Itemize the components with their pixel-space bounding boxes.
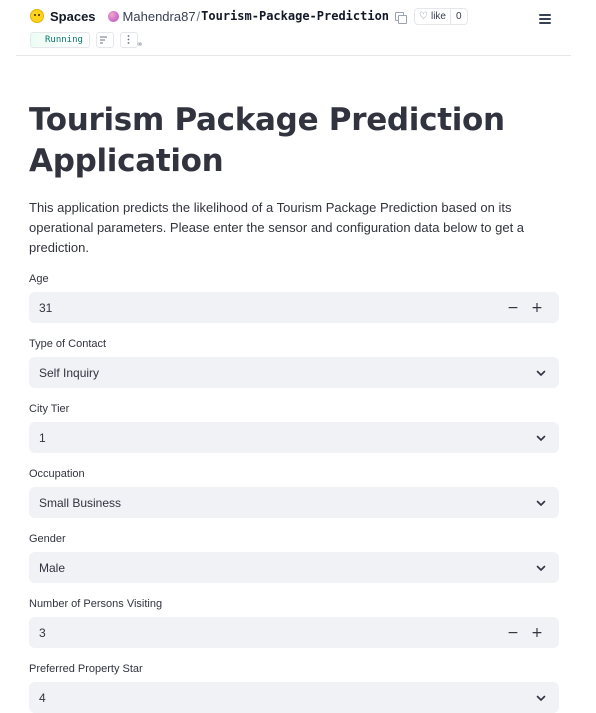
- hugging-face-logo-icon[interactable]: [30, 9, 44, 23]
- age-number-input[interactable]: 31 − +: [29, 292, 559, 323]
- occupation-field: Occupation Small Business: [29, 467, 559, 518]
- age-increment-button[interactable]: +: [525, 296, 549, 320]
- hamburger-menu-icon[interactable]: [539, 14, 551, 24]
- heart-icon: ♡: [419, 10, 428, 22]
- occupation-label: Occupation: [29, 468, 85, 480]
- gender-field: Gender Male: [29, 532, 559, 583]
- path-separator: /: [196, 8, 201, 24]
- spaces-header: Spaces Mahendra87 / Tourism-Package-Pred…: [0, 0, 596, 56]
- occupation-value: Small Business: [39, 495, 122, 510]
- age-label: Age: [29, 273, 49, 285]
- space-title-row: Spaces Mahendra87 / Tourism-Package-Pred…: [30, 6, 468, 26]
- persons-visiting-number-input[interactable]: 3 − +: [29, 617, 559, 648]
- gender-select[interactable]: Male: [29, 552, 559, 583]
- like-label: like: [430, 10, 446, 22]
- city-tier-field: City Tier 1: [29, 402, 559, 453]
- link-icon[interactable]: ⚭: [136, 39, 144, 50]
- logs-icon: [100, 36, 108, 43]
- chevron-down-icon: [533, 690, 549, 706]
- city-tier-label: City Tier: [29, 403, 70, 415]
- persons-visiting-increment-button[interactable]: +: [525, 621, 549, 645]
- city-tier-value: 1: [39, 430, 46, 445]
- type-of-contact-select[interactable]: Self Inquiry: [29, 357, 559, 388]
- chevron-down-icon: [533, 560, 549, 576]
- persons-visiting-field: Number of Persons Visiting 3 − +: [29, 597, 559, 648]
- more-vertical-icon: [128, 35, 130, 44]
- property-star-select[interactable]: 4: [29, 682, 559, 713]
- logs-button[interactable]: [95, 31, 114, 48]
- type-of-contact-label: Type of Contact: [29, 338, 107, 350]
- persons-visiting-stepper: − +: [501, 621, 549, 645]
- occupation-select[interactable]: Small Business: [29, 487, 559, 518]
- age-decrement-button[interactable]: −: [501, 296, 525, 320]
- like-button[interactable]: ♡ like 0: [414, 7, 468, 25]
- page-title: Tourism Package Prediction Application: [29, 102, 505, 179]
- age-stepper: − +: [501, 296, 549, 320]
- like-count: 0: [456, 10, 462, 22]
- owner-avatar: [107, 10, 119, 22]
- copy-icon[interactable]: [395, 11, 408, 24]
- chevron-down-icon: [533, 365, 549, 381]
- chevron-down-icon: [533, 495, 549, 511]
- type-of-contact-field: Type of Contact Self Inquiry: [29, 337, 559, 388]
- app-main: Tourism Package Prediction Application T…: [29, 100, 559, 713]
- persons-visiting-decrement-button[interactable]: −: [501, 621, 525, 645]
- property-star-label: Preferred Property Star: [29, 663, 143, 675]
- status-badge: Running: [30, 31, 90, 48]
- property-star-value: 4: [39, 690, 46, 705]
- space-status-row: Running ⚭: [30, 31, 144, 50]
- age-field: Age 31 − +: [29, 272, 559, 323]
- city-tier-select[interactable]: 1: [29, 422, 559, 453]
- type-of-contact-value: Self Inquiry: [39, 365, 100, 380]
- spaces-link[interactable]: Spaces: [50, 9, 96, 24]
- gender-value: Male: [39, 560, 66, 575]
- header-divider: [16, 55, 571, 56]
- persons-visiting-value[interactable]: 3: [39, 626, 501, 640]
- owner-link[interactable]: Mahendra87: [123, 9, 196, 24]
- persons-visiting-label: Number of Persons Visiting: [29, 598, 163, 610]
- property-star-field: Preferred Property Star 4: [29, 662, 559, 713]
- chevron-down-icon: [533, 430, 549, 446]
- gender-label: Gender: [29, 533, 66, 545]
- app-description: This application predicts the likelihood…: [29, 200, 525, 255]
- repo-name-link[interactable]: Tourism-Package-Prediction: [201, 9, 389, 23]
- age-value[interactable]: 31: [39, 301, 501, 315]
